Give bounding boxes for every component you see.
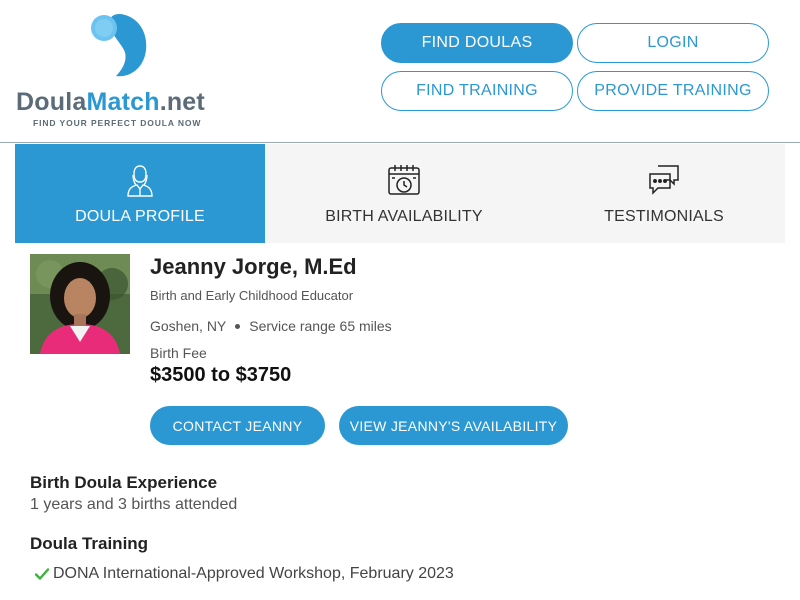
doula-profile-photo — [30, 254, 130, 354]
logo-drop-icon — [91, 14, 147, 77]
logo-word-net: .net — [159, 88, 205, 116]
experience-heading: Birth Doula Experience — [30, 473, 218, 492]
tab-label-testimonials: TESTIMONIALS — [604, 208, 724, 225]
profile-tabs: DOULA PROFILE BIRTH AVAILABILITY TESTIMO… — [15, 144, 785, 243]
check-icon — [34, 568, 50, 580]
doula-name: Jeanny Jorge, M.Ed — [150, 254, 357, 279]
birth-fee-value: $3500 to $3750 — [150, 364, 292, 386]
tab-doula-profile[interactable]: DOULA PROFILE — [15, 144, 265, 243]
training-heading: Doula Training — [30, 534, 149, 553]
provide-training-button[interactable]: PROVIDE TRAINING — [577, 71, 769, 111]
training-item-text: DONA International-Approved Workshop, Fe… — [53, 565, 454, 582]
logo-wordmark: DoulaMatch.net — [16, 88, 205, 117]
calendar-clock-icon — [388, 165, 420, 195]
person-icon — [127, 165, 153, 197]
view-availability-button[interactable]: VIEW JEANNY'S AVAILABILITY — [339, 406, 568, 445]
find-training-button[interactable]: FIND TRAINING — [381, 71, 573, 111]
tab-birth-availability[interactable]: BIRTH AVAILABILITY — [265, 144, 543, 243]
profile-photo-illustration — [30, 254, 130, 354]
service-range: Service range 65 miles — [249, 318, 392, 334]
doula-subtitle: Birth and Early Childhood Educator — [150, 288, 354, 303]
logo-tagline: FIND YOUR PERFECT DOULA NOW — [33, 118, 202, 128]
site-logo[interactable]: DoulaMatch.net FIND YOUR PERFECT DOULA N… — [16, 12, 226, 132]
logo-word-doula: Doula — [16, 88, 87, 116]
experience-text: 1 years and 3 births attended — [30, 496, 238, 513]
site-header: DoulaMatch.net FIND YOUR PERFECT DOULA N… — [0, 0, 800, 143]
training-list-item: DONA International-Approved Workshop, Fe… — [34, 565, 454, 583]
bullet-separator — [235, 323, 241, 329]
location-row: Goshen, NY Service range 65 miles — [150, 318, 392, 334]
tab-testimonials[interactable]: TESTIMONIALS — [543, 144, 785, 243]
chat-bubbles-icon — [649, 165, 679, 195]
tab-label-doula-profile: DOULA PROFILE — [75, 208, 205, 225]
login-button[interactable]: LOGIN — [577, 23, 769, 63]
birth-fee-label: Birth Fee — [150, 345, 207, 361]
find-doulas-button[interactable]: FIND DOULAS — [381, 23, 573, 63]
logo-word-match: Match — [86, 88, 160, 116]
doula-location: Goshen, NY — [150, 318, 227, 334]
contact-doula-button[interactable]: CONTACT JEANNY — [150, 406, 325, 445]
tab-label-birth-availability: BIRTH AVAILABILITY — [325, 208, 483, 225]
